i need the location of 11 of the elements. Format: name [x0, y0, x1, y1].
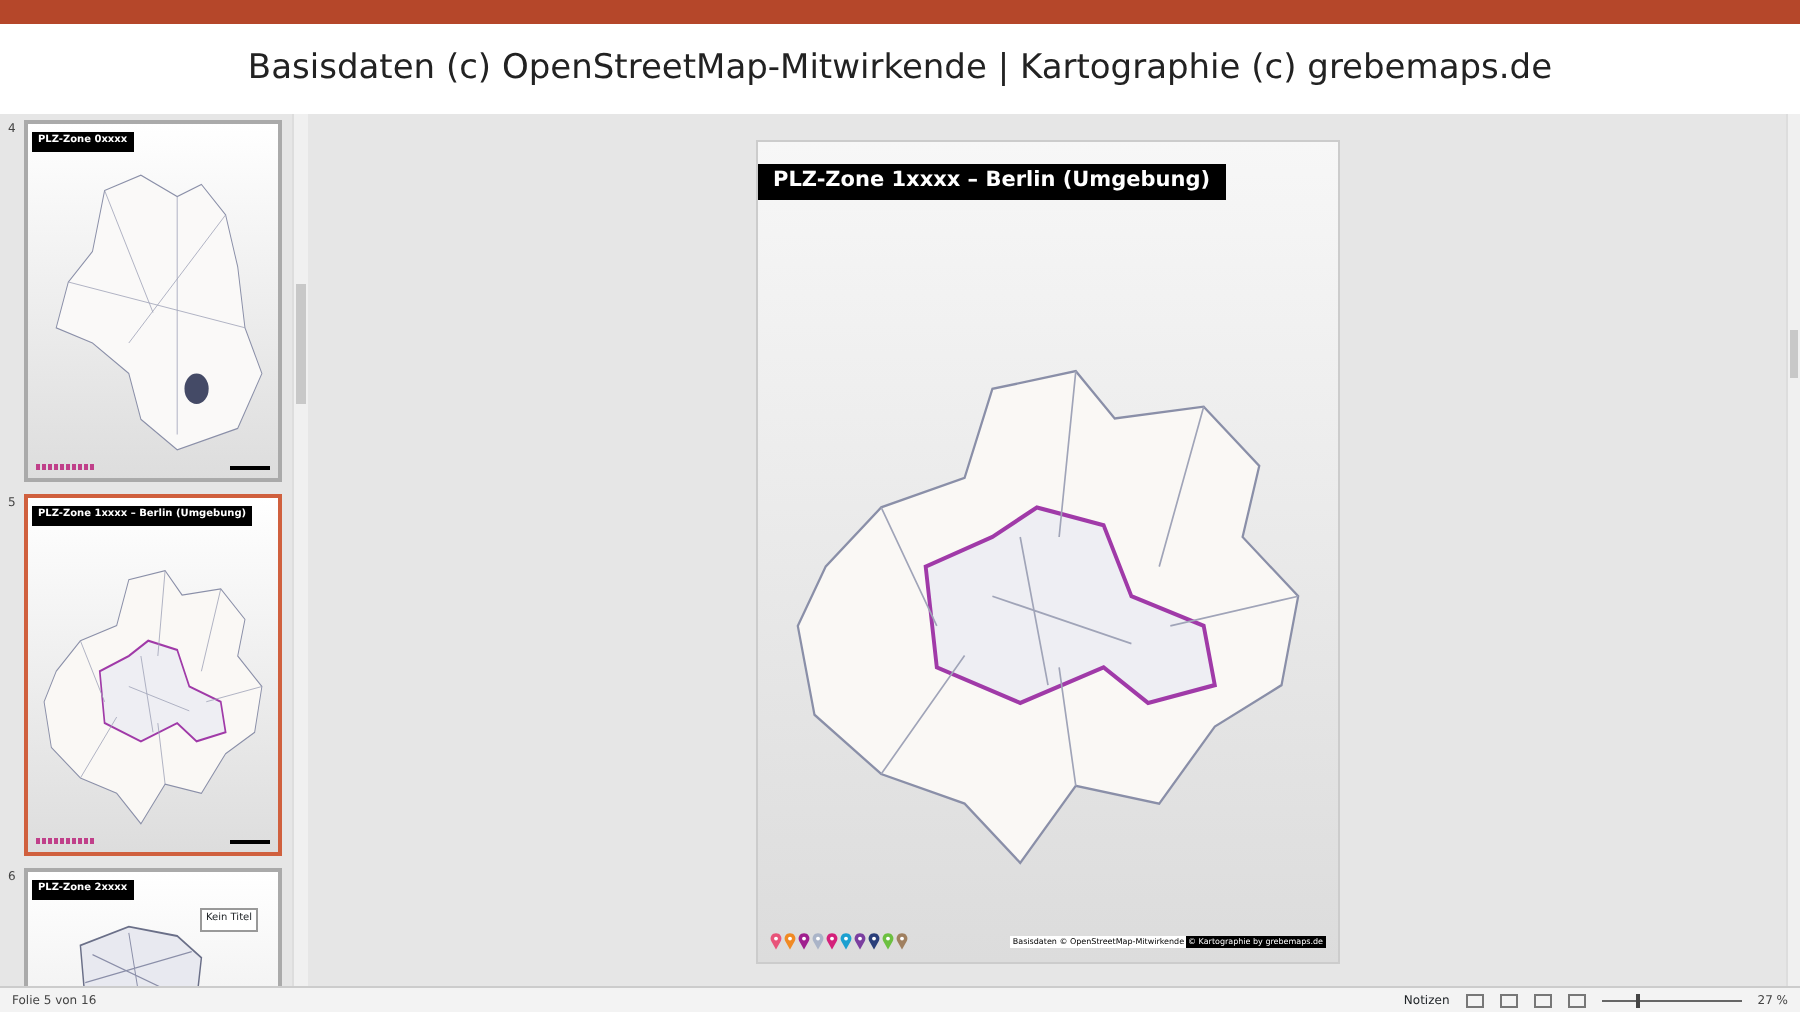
view-normal-icon[interactable]: [1465, 993, 1484, 1007]
scrollbar[interactable]: [1786, 114, 1800, 986]
zoom-thumb[interactable]: [1636, 993, 1641, 1007]
view-reading-icon[interactable]: [1533, 993, 1552, 1007]
scrollbar[interactable]: [292, 114, 308, 986]
view-slideshow-icon[interactable]: [1567, 993, 1586, 1007]
header-caption: Basisdaten (c) OpenStreetMap-Mitwirkende | Kartographie (c) grebemaps.de: [247, 45, 1553, 92]
pin-row-drawing: [36, 838, 96, 844]
view-sorter-icon[interactable]: [1499, 993, 1518, 1007]
slide-title: PLZ-Zone 1xxxx – Berlin (Umgebung): [757, 164, 1227, 200]
pin-row-drawing: [36, 464, 96, 470]
